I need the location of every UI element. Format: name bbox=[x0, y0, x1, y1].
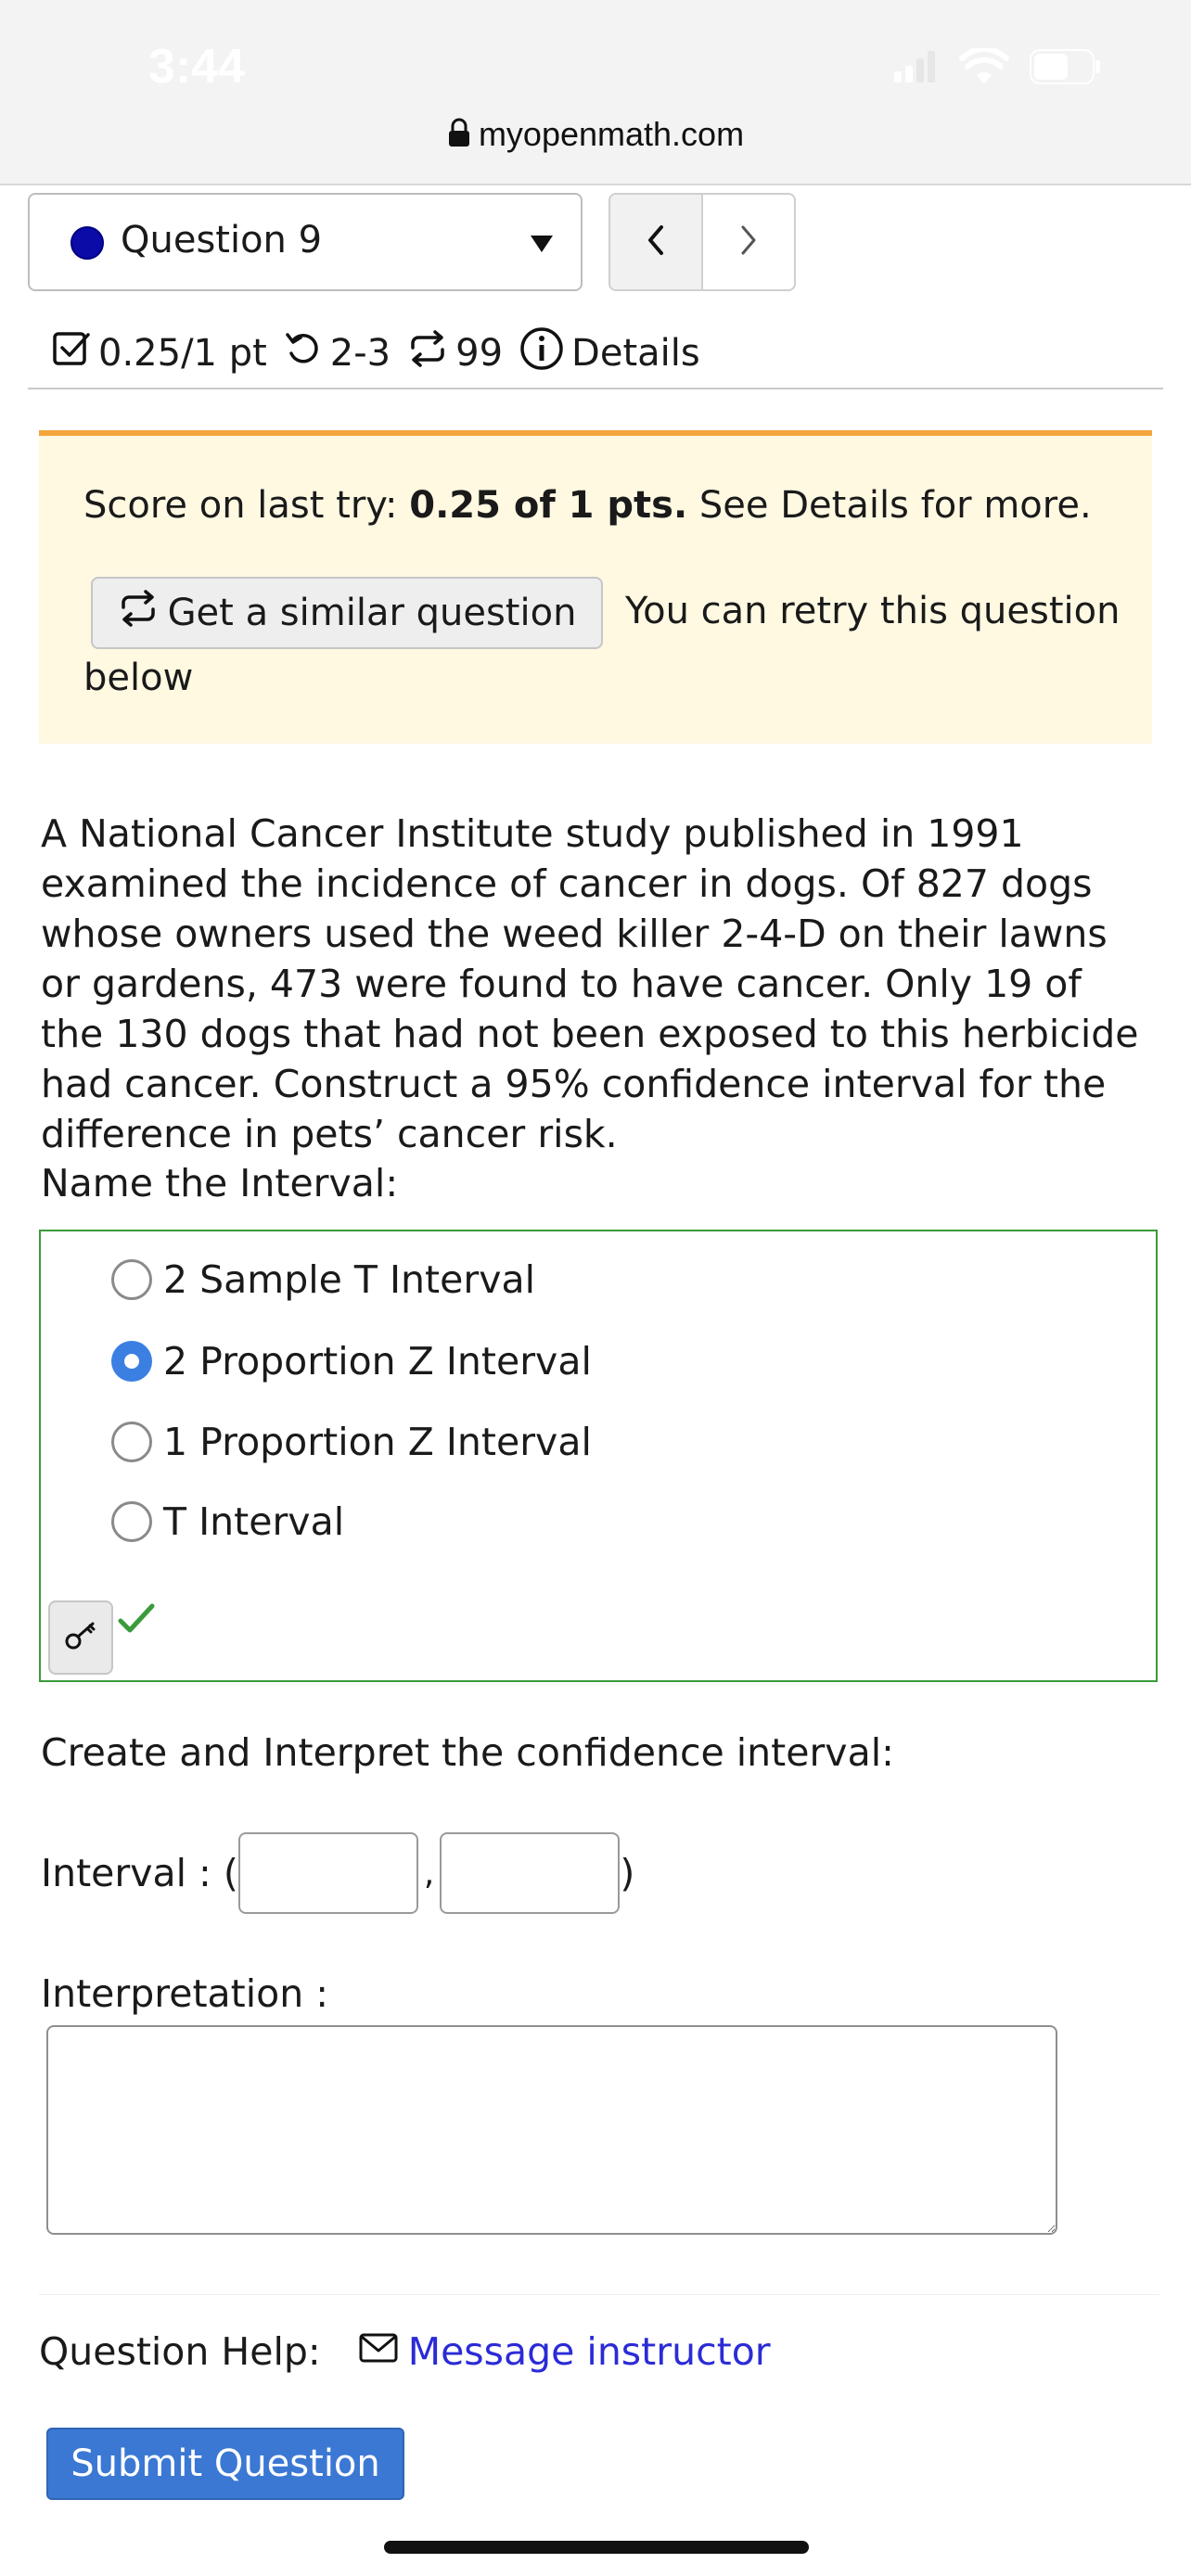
question-meta: 0.25/1 pt 2-3 99 Details bbox=[52, 326, 717, 380]
radio-button[interactable] bbox=[111, 1259, 152, 1300]
undo-icon bbox=[284, 329, 330, 377]
question-help: Question Help: Message instructor bbox=[39, 2329, 771, 2374]
choice-label: 2 Proportion Z Interval bbox=[163, 1339, 592, 1384]
message-instructor-label: Message instructor bbox=[407, 2329, 771, 2374]
browser-status-bar: 3:44 myopenmath.com bbox=[0, 0, 1191, 185]
similar-question-label: Get a similar question bbox=[167, 592, 577, 634]
interval-choices: 2 Sample T Interval 2 Proportion Z Inter… bbox=[39, 1230, 1158, 1682]
points-text: 0.25/1 pt bbox=[98, 332, 267, 375]
score-notice: Score on last try: 0.25 of 1 pts. See De… bbox=[39, 430, 1152, 744]
interval-lower-input[interactable] bbox=[237, 1832, 418, 1914]
retry-icon bbox=[407, 329, 455, 377]
create-interpret-label: Create and Interpret the confidence inte… bbox=[41, 1730, 894, 1775]
attempts-text: 2-3 bbox=[329, 332, 391, 375]
radio-button[interactable] bbox=[111, 1501, 152, 1542]
question-select-label: Question 9 bbox=[121, 219, 323, 261]
previous-question-button[interactable] bbox=[610, 195, 703, 289]
interval-row: Interval : ( , ) bbox=[41, 1832, 634, 1914]
question-status-dot bbox=[70, 226, 104, 260]
radio-button-selected[interactable] bbox=[111, 1341, 152, 1382]
choice-option[interactable]: 1 Proportion Z Interval bbox=[111, 1420, 592, 1464]
score-value: 0.25 of 1 pts. bbox=[409, 484, 688, 527]
radio-button[interactable] bbox=[111, 1422, 152, 1462]
choice-label: 1 Proportion Z Interval bbox=[163, 1420, 592, 1464]
checkbox-score-icon bbox=[52, 329, 98, 377]
message-instructor-link[interactable]: Message instructor bbox=[358, 2329, 771, 2374]
url-text: myopenmath.com bbox=[478, 115, 745, 153]
score-line: Score on last try: 0.25 of 1 pts. See De… bbox=[83, 484, 1092, 527]
choice-label: T Interval bbox=[163, 1499, 345, 1544]
interval-upper-input[interactable] bbox=[440, 1832, 621, 1914]
info-icon bbox=[519, 326, 571, 380]
interpretation-textarea[interactable] bbox=[46, 2025, 1057, 2235]
retry-text-continued: below bbox=[83, 657, 194, 699]
battery-icon bbox=[1030, 49, 1102, 88]
wifi-icon bbox=[959, 46, 1009, 89]
clock: 3:44 bbox=[148, 40, 246, 94]
question-select[interactable]: Question 9 bbox=[28, 193, 583, 291]
question-help-label: Question Help: bbox=[39, 2329, 321, 2374]
retry-text: You can retry this question bbox=[625, 590, 1121, 632]
retry-icon bbox=[118, 589, 168, 637]
interval-comma: , bbox=[423, 1854, 435, 1893]
lock-icon bbox=[447, 117, 471, 156]
interpretation-label: Interpretation : bbox=[41, 1971, 329, 2016]
details-label: Details bbox=[571, 332, 700, 375]
choice-label: 2 Sample T Interval bbox=[163, 1257, 535, 1302]
score-suffix: See Details for more. bbox=[687, 484, 1092, 527]
show-answer-button[interactable] bbox=[48, 1600, 113, 1675]
address-bar[interactable]: myopenmath.com bbox=[0, 115, 1191, 156]
name-interval-label: Name the Interval: bbox=[41, 1161, 399, 1205]
chevron-down-icon bbox=[531, 236, 553, 252]
checkmark-icon bbox=[117, 1602, 156, 1639]
score-prefix: Score on last try: bbox=[83, 484, 410, 527]
chevron-right-icon bbox=[737, 223, 760, 261]
signal-icon bbox=[894, 51, 939, 86]
choice-option[interactable]: 2 Sample T Interval bbox=[111, 1257, 535, 1302]
details-link[interactable]: Details bbox=[519, 326, 700, 380]
choice-option[interactable]: T Interval bbox=[111, 1499, 344, 1544]
question-nav-buttons bbox=[608, 193, 796, 291]
retries-text: 99 bbox=[455, 332, 504, 375]
choice-option[interactable]: 2 Proportion Z Interval bbox=[111, 1339, 592, 1384]
mail-icon bbox=[358, 2329, 408, 2374]
points-info: 0.25/1 pt bbox=[52, 329, 267, 377]
interval-close-paren: ) bbox=[620, 1851, 635, 1895]
interval-label: Interval : ( bbox=[41, 1851, 238, 1895]
key-icon bbox=[62, 1617, 99, 1658]
attempts-info: 2-3 bbox=[284, 329, 391, 377]
divider bbox=[39, 2294, 1159, 2295]
similar-question-button[interactable]: Get a similar question bbox=[91, 577, 603, 649]
submit-question-button[interactable]: Submit Question bbox=[46, 2428, 404, 2500]
home-indicator[interactable] bbox=[384, 2541, 809, 2554]
problem-text: A National Cancer Institute study publis… bbox=[41, 811, 1139, 1156]
chevron-left-icon bbox=[645, 223, 667, 261]
retries-info: 99 bbox=[407, 329, 503, 377]
next-question-button[interactable] bbox=[703, 195, 794, 289]
system-icons bbox=[894, 46, 1102, 89]
divider bbox=[28, 388, 1163, 389]
